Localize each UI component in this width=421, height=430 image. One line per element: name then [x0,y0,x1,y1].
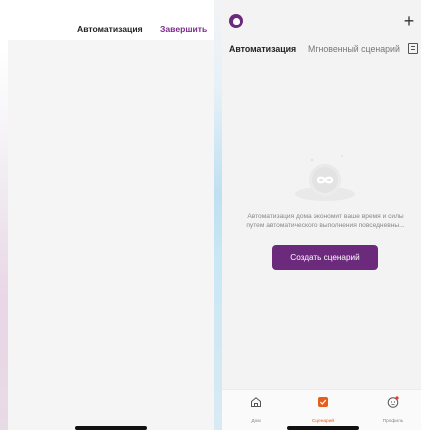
nav-label: Сценарий [311,419,335,424]
automation-list-area [8,40,214,430]
create-scenario-button[interactable]: Создать сценарий [272,245,378,270]
done-button[interactable]: Завершить [160,24,207,34]
scenario-icon [318,397,328,407]
nav-label: Профиль [382,419,404,424]
add-icon[interactable]: + [401,12,417,30]
tab-automation[interactable]: Автоматизация [229,44,296,54]
home-icon [251,397,261,407]
list-icon[interactable] [408,43,418,54]
nav-item-home[interactable]: Дом [236,395,276,424]
empty-state-illustration [295,155,355,201]
app-logo-icon[interactable] [229,14,243,28]
profile-icon [387,396,399,408]
home-indicator [75,426,147,430]
bottom-navigation: Дом Сценарий Профиль [222,389,421,430]
home-indicator [287,426,359,430]
page-title: Автоматизация [77,24,143,34]
automation-edit-screen: Автоматизация Завершить [0,0,214,430]
nav-item-scenario[interactable]: Сценарий [303,395,343,424]
nav-label: Дом [251,419,261,424]
empty-text-line-1: Автоматизация дома экономит ваше время и… [247,213,404,220]
nav-item-profile[interactable]: Профиль [373,395,413,424]
scenarios-screen: + Автоматизация Мгновенный сценарий Авто… [222,0,421,430]
tab-instant-scenario[interactable]: Мгновенный сценарий [308,44,400,54]
empty-text-line-2: путем автоматического выполнения повседн… [246,222,405,229]
empty-state-text: Автоматизация дома экономит ваше время и… [230,212,421,230]
left-header: Автоматизация Завершить [0,0,214,40]
